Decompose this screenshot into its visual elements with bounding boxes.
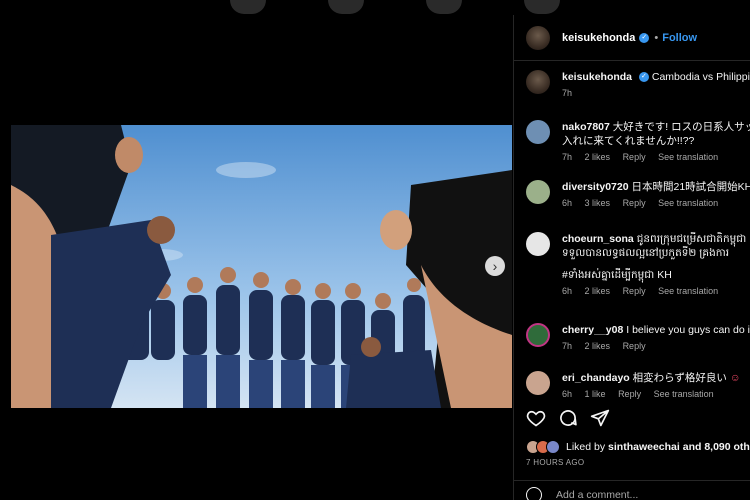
comment-text: I believe you guys can do it.: [626, 324, 750, 336]
team-huddle-image: [11, 125, 512, 408]
liked-by-user[interactable]: sinthaweechai: [608, 441, 680, 453]
separator-dot: •: [654, 31, 659, 44]
divider: [514, 480, 750, 481]
post-actions: [526, 408, 610, 428]
comment-item: diversity0720 日本時間21時試合開始KH 6h 3 likes R…: [526, 180, 750, 208]
comment-text: ទទួលបានលទ្ធផលល្អនៅប្រកួតទី២ គ្រងការ: [562, 247, 730, 259]
commenter-username[interactable]: eri_chandayo: [562, 372, 630, 384]
reply-button[interactable]: Reply: [618, 389, 641, 399]
comment-item: eri_chandayo 相変わらず格好良い ☺ 6h 1 like Reply…: [526, 371, 741, 399]
caption-username[interactable]: keisukehonda: [562, 71, 632, 83]
author-avatar[interactable]: [526, 25, 550, 50]
story-avatar[interactable]: [328, 0, 364, 14]
reply-button[interactable]: Reply: [623, 152, 646, 162]
comment-text: 入れに来てくれませんか!!??: [562, 135, 695, 147]
likes-summary: Liked by sinthaweechai and 8,090 others: [526, 440, 750, 454]
author-avatar[interactable]: [526, 70, 550, 94]
reply-button[interactable]: Reply: [623, 341, 646, 351]
commenter-avatar[interactable]: [526, 371, 550, 395]
comment-likes[interactable]: 3 likes: [585, 198, 611, 208]
post-header: keisukehonda ✓ • Follow: [514, 15, 750, 61]
post-time-ago[interactable]: 7 HOURS AGO: [526, 458, 584, 467]
post-caption: keisukehonda ✓ Cambodia vs Philippine 7h: [526, 70, 750, 98]
emoji-icon: ☺: [729, 372, 741, 384]
comment-time[interactable]: 6h: [562, 286, 572, 296]
comment-time[interactable]: 7h: [562, 152, 572, 162]
comment-text: #ទាំងអស់គ្នាដើម្បីកម្ពុជា KH: [562, 269, 672, 281]
comment-likes[interactable]: 2 likes: [585, 286, 611, 296]
chevron-right-icon: ›: [492, 258, 498, 274]
see-translation-button[interactable]: See translation: [654, 389, 714, 399]
follow-button[interactable]: Follow: [662, 32, 697, 44]
reply-button[interactable]: Reply: [623, 286, 646, 296]
comment-time[interactable]: 7h: [562, 341, 572, 351]
author-username[interactable]: keisukehonda: [562, 32, 635, 44]
reply-button[interactable]: Reply: [623, 198, 646, 208]
comment-text: 相変わらず格好良い: [632, 372, 727, 384]
comment-likes[interactable]: 2 likes: [585, 152, 611, 162]
commenter-username[interactable]: choeurn_sona: [562, 233, 634, 245]
story-avatar[interactable]: [426, 0, 462, 14]
comment-likes[interactable]: 1 like: [585, 389, 606, 399]
verified-icon: ✓: [639, 32, 650, 43]
see-translation-button[interactable]: See translation: [658, 198, 718, 208]
comment-icon[interactable]: [558, 408, 578, 428]
post-side-panel: keisukehonda ✓ • Follow keisukehonda ✓ C…: [513, 15, 750, 500]
comment-item: nako7807 大好きです! ロスの日系人サッカー 入れに来てくれませんか!!…: [526, 120, 750, 162]
comment-likes[interactable]: 2 likes: [585, 341, 611, 351]
verified-icon: ✓: [638, 72, 649, 83]
commenter-avatar[interactable]: [526, 180, 550, 204]
commenter-username[interactable]: nako7807: [562, 121, 610, 133]
emoji-icon[interactable]: [526, 487, 542, 500]
caption-time[interactable]: 7h: [562, 88, 572, 98]
likes-prefix: Liked by: [566, 441, 606, 453]
commenter-username[interactable]: diversity0720: [562, 181, 629, 193]
commenter-avatar[interactable]: [526, 323, 550, 347]
story-avatar[interactable]: [524, 0, 560, 14]
share-icon[interactable]: [590, 408, 610, 428]
next-photo-button[interactable]: ›: [485, 256, 505, 276]
comment-item: choeurn_sona ជូនពរក្រុមជម្រើសជាតិកម្ពុជា…: [526, 232, 746, 296]
story-strip: [230, 0, 560, 14]
add-comment-input[interactable]: [554, 488, 738, 500]
comment-time[interactable]: 6h: [562, 198, 572, 208]
see-translation-button[interactable]: See translation: [658, 286, 718, 296]
comment-text: 日本時間21時試合開始KH: [631, 181, 750, 193]
comment-time[interactable]: 6h: [562, 389, 572, 399]
likes-count[interactable]: and 8,090 others: [683, 441, 750, 453]
comment-item: cherry__y08 I believe you guys can do it…: [526, 323, 750, 351]
post-photo[interactable]: [11, 125, 512, 408]
commenter-username[interactable]: cherry__y08: [562, 324, 623, 336]
comment-text: ជូនពរក្រុមជម្រើសជាតិកម្ពុជា: [636, 233, 747, 245]
heart-icon[interactable]: [526, 408, 546, 428]
commenter-avatar[interactable]: [526, 232, 550, 256]
story-avatar[interactable]: [230, 0, 266, 14]
add-comment-bar: [526, 487, 738, 500]
caption-text: Cambodia vs Philippine: [651, 71, 750, 83]
see-translation-button[interactable]: See translation: [658, 152, 718, 162]
comment-text: 大好きです! ロスの日系人サッカー: [612, 121, 750, 133]
commenter-avatar[interactable]: [526, 120, 550, 144]
liker-avatar: [546, 440, 560, 454]
